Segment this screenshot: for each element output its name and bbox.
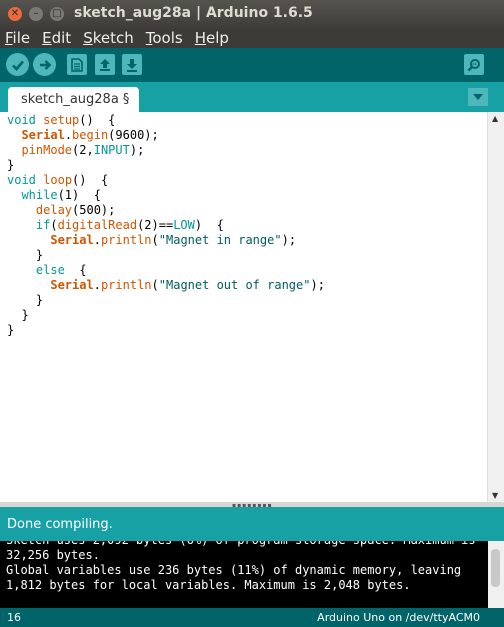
menu-sketch[interactable]: Sketch — [77, 28, 140, 48]
close-window-button[interactable]: ✕ — [8, 7, 22, 21]
footer-bar: 16 Arduino Uno on /dev/ttyACM0 — [0, 608, 504, 627]
open-icon — [100, 58, 110, 71]
scroll-up-icon[interactable]: ▲ — [492, 114, 498, 123]
minimize-icon: – — [33, 8, 39, 19]
window-title: sketch_aug28a | Arduino 1.6.5 — [74, 5, 313, 21]
menu-edit-accel: E — [42, 29, 52, 47]
maximize-icon: □ — [52, 8, 62, 19]
code-text[interactable]: void setup() { Serial.begin(9600); pinMo… — [7, 113, 325, 338]
menu-help[interactable]: Help — [189, 28, 235, 48]
menu-sketch-accel: S — [83, 29, 93, 47]
menu-sketch-label: ketch — [92, 29, 134, 47]
menu-file-accel: F — [5, 29, 13, 47]
menu-tools[interactable]: Tools — [140, 28, 189, 48]
code-editor[interactable]: void setup() { Serial.begin(9600); pinMo… — [0, 112, 504, 502]
menu-tools-label: ools — [152, 29, 183, 47]
serial-monitor-icon — [467, 58, 480, 71]
menu-file-label: ile — [12, 29, 31, 47]
triangle-down-icon — [473, 94, 483, 100]
menu-bar: File Edit Sketch Tools Help — [0, 28, 504, 48]
new-icon — [71, 57, 83, 72]
editor-scrollbar[interactable]: ▲ ▼ — [487, 112, 504, 502]
title-bar: ✕ – □ sketch_aug28a | Arduino 1.6.5 — [0, 0, 504, 28]
menu-file[interactable]: File — [0, 28, 36, 48]
serial-monitor-button[interactable] — [464, 54, 484, 75]
scroll-down-icon[interactable]: ▼ — [492, 491, 498, 500]
console-scroll-thumb[interactable] — [491, 549, 500, 587]
console-output[interactable]: Sketch uses 2,092 bytes (6%) of program … — [0, 541, 504, 608]
tab-strip: sketch_aug28a § — [0, 82, 504, 112]
tab-sketch[interactable]: sketch_aug28a § — [8, 87, 140, 112]
console-text: Sketch uses 2,092 bytes (6%) of program … — [6, 541, 476, 592]
menu-help-label: elp — [205, 29, 229, 47]
upload-icon — [39, 59, 51, 70]
maximize-window-button[interactable]: □ — [50, 7, 64, 21]
toolbar — [0, 48, 504, 82]
menu-edit-label: dit — [51, 29, 72, 47]
tab-menu-button[interactable] — [468, 88, 488, 106]
menu-edit[interactable]: Edit — [36, 28, 77, 48]
board-port-label: Arduino Uno on /dev/ttyACM0 — [317, 611, 480, 624]
save-sketch-button[interactable] — [122, 54, 142, 75]
new-sketch-button[interactable] — [67, 54, 87, 75]
verify-icon — [11, 60, 24, 71]
verify-button[interactable] — [6, 53, 29, 76]
upload-button[interactable] — [33, 53, 56, 76]
menu-help-accel: H — [194, 29, 206, 47]
console-scrollbar[interactable] — [488, 541, 504, 608]
status-bar: Done compiling. — [0, 507, 504, 541]
minimize-window-button[interactable]: – — [29, 7, 43, 21]
line-number: 16 — [7, 611, 21, 624]
status-message: Done compiling. — [7, 517, 113, 532]
save-icon — [127, 58, 137, 72]
open-sketch-button[interactable] — [95, 54, 115, 75]
close-icon: ✕ — [10, 8, 20, 19]
